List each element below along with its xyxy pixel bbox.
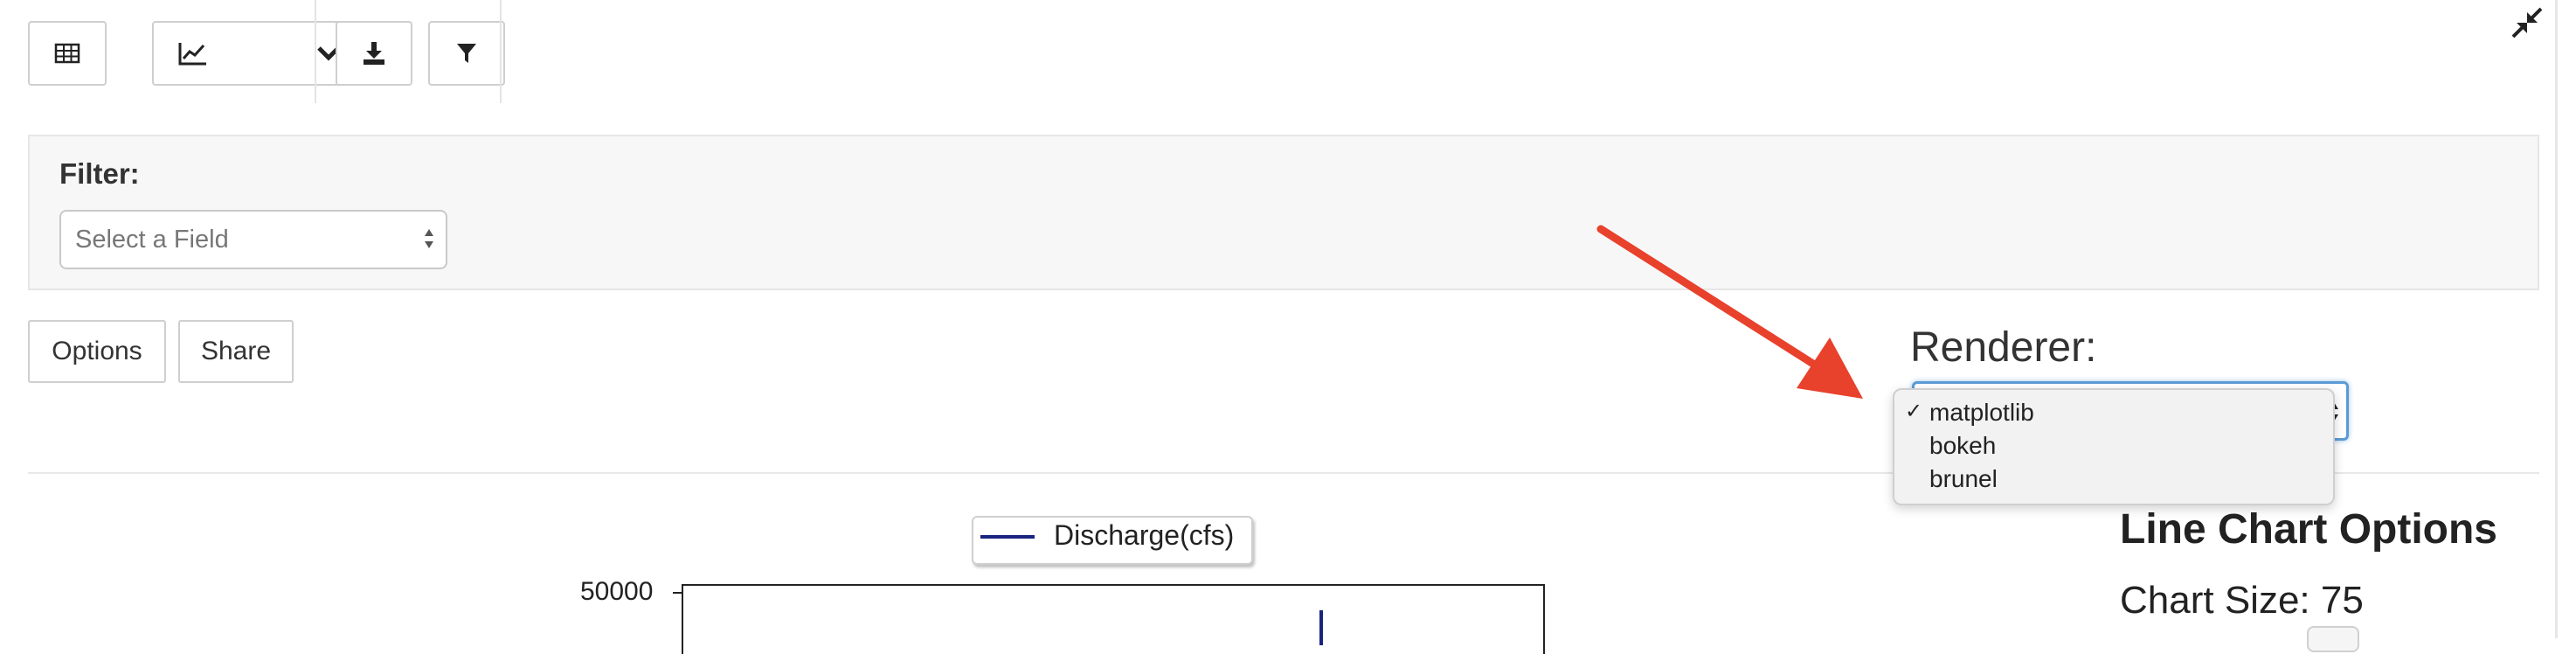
share-button[interactable]: Share [178, 320, 294, 383]
minimize-icon[interactable] [2510, 5, 2545, 40]
options-button[interactable]: Options [28, 320, 166, 383]
series-line [1319, 610, 1323, 645]
renderer-option-matplotlib[interactable]: matplotlib [1929, 399, 2034, 427]
toolbar-separator [315, 0, 316, 103]
chart-size-label: Chart Size: 75 [2120, 579, 2364, 622]
renderer-label: Renderer: [1910, 324, 2097, 371]
renderer-option-bokeh[interactable]: bokeh [1929, 432, 1996, 460]
renderer-option-brunel[interactable]: brunel [1929, 465, 1998, 493]
download-button[interactable] [336, 21, 412, 86]
filter-field-placeholder: Select a Field [75, 226, 229, 254]
table-view-button[interactable] [28, 21, 107, 86]
y-tick-mark [673, 592, 682, 594]
annotation-arrow-icon [1596, 225, 1863, 399]
filter-label: Filter: [59, 157, 140, 190]
checkmark-icon: ✓ [1905, 400, 1923, 423]
legend-series-label: Discharge(cfs) [1054, 519, 1235, 551]
select-arrows-icon [425, 229, 433, 248]
y-tick-label: 50000 [580, 577, 654, 606]
scrollbar-track[interactable] [2555, 0, 2558, 638]
line-chart-icon [178, 43, 206, 66]
table-icon [54, 43, 80, 64]
plot-area [682, 584, 1545, 654]
download-icon [364, 42, 384, 65]
filter-icon [457, 44, 476, 63]
line-chart-options-title: Line Chart Options [2120, 506, 2497, 553]
legend-series-line [980, 535, 1035, 539]
toolbar-separator [500, 0, 502, 103]
chart-size-slider-handle[interactable] [2307, 626, 2359, 652]
renderer-dropdown-menu: ✓ matplotlib bokeh brunel [1893, 388, 2335, 505]
filter-button[interactable] [428, 21, 505, 86]
